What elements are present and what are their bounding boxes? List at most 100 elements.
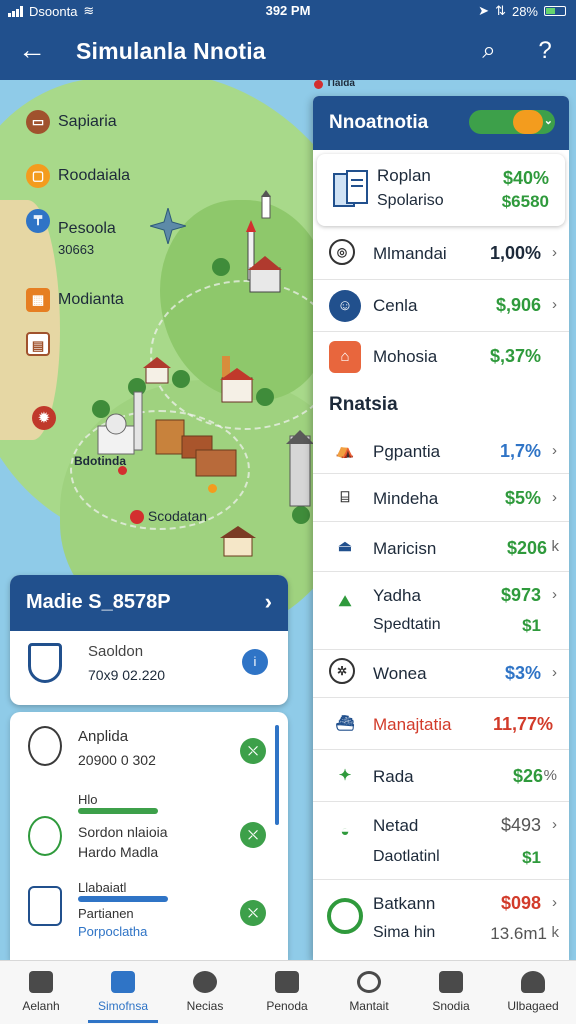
chat-icon	[193, 971, 217, 993]
panel-title: Nnoatnotia	[329, 112, 429, 133]
compass-icon: ✲	[329, 658, 355, 684]
sparkle-icon: ✦	[338, 767, 352, 784]
rate-row[interactable]: ⛴ Manajtatia 11,77%	[313, 698, 569, 750]
map-pin-icon	[130, 510, 144, 525]
map-place-label[interactable]: Scodatan	[130, 508, 207, 525]
action-icon[interactable]: ⤬	[240, 822, 266, 848]
nav-home[interactable]: Aelanh	[0, 961, 82, 1024]
tile-subname: Spolariso	[377, 192, 444, 209]
action-icon[interactable]: ⤬	[240, 900, 266, 926]
building-icon	[28, 886, 62, 926]
panel-header: Nnoatnotia ⌄	[313, 96, 569, 150]
progress-bar	[78, 896, 168, 902]
nav-studio[interactable]: Snodia	[410, 961, 492, 1024]
status-right: ➤ ⇅ 28%	[478, 3, 566, 19]
section-heading: Rnatsia	[329, 394, 398, 415]
badge-dot	[513, 110, 543, 134]
nav-profile[interactable]: Ulbagaed	[492, 961, 576, 1024]
map-label-roodaiala[interactable]: ▢ Roodaiala	[26, 164, 130, 188]
rate-row[interactable]: ✦ Rada $26 %	[313, 750, 569, 802]
battery-icon	[544, 6, 566, 16]
chevron-right-icon: ›	[552, 296, 557, 313]
map-tree	[256, 388, 274, 406]
pin-icon	[28, 726, 62, 766]
map-gallery-icon[interactable]: ▤	[26, 332, 50, 356]
summary-header[interactable]: Madie S_8578P ›	[10, 575, 288, 631]
map-marker[interactable]	[208, 484, 217, 493]
landmark-church	[220, 356, 254, 403]
person-icon: ☺	[329, 290, 361, 322]
info-icon[interactable]: i	[242, 649, 268, 675]
map-label-pesoola[interactable]: ₸ Pesoola 30663	[26, 204, 116, 257]
chevron-right-icon: ›	[552, 489, 557, 506]
list-item[interactable]: Anplida 20900 0 302 ⤬	[10, 712, 288, 790]
mountain-icon: ⛰	[338, 593, 352, 610]
temple-icon: ⌂	[329, 341, 361, 373]
pavilion-icon: ⏏	[337, 538, 353, 555]
summary-card[interactable]: Madie S_8578P › Saoldon 70x9 02.220 i	[10, 575, 288, 705]
map-tree	[212, 258, 230, 276]
rate-row[interactable]: ⛰ Yadha Spedtatin $973 $1 ›	[313, 572, 569, 650]
ship-icon: ⛴	[335, 715, 355, 732]
landmark-house	[143, 357, 171, 384]
progress-ring-icon	[327, 898, 363, 934]
search-icon[interactable]: ⌕	[474, 36, 504, 66]
search-icon	[357, 971, 381, 993]
rate-row[interactable]: ◒ Netad Daotlatinl $493 $1 ›	[313, 802, 569, 880]
rate-row[interactable]: ☺ Cenla $,906 ›	[313, 280, 569, 332]
tile-name: Roplan	[377, 166, 431, 185]
rate-row[interactable]: ⏏ Maricisn $206 k	[313, 522, 569, 572]
left-list: Anplida 20900 0 302 ⤬ Hlo Sordon nlaioia…	[10, 712, 288, 960]
landmark-cathedral	[97, 391, 143, 455]
rate-row[interactable]: ✲ Wonea $3% ›	[313, 650, 569, 698]
rate-row[interactable]: Batkann Sima hin $098 13.6m1 › k	[313, 880, 569, 960]
tile-value: $40%	[502, 168, 549, 188]
progress-bar	[78, 808, 158, 814]
summary-value: 70x9 02.220	[88, 667, 166, 683]
scrollbar[interactable]	[275, 725, 279, 825]
app-bar: ← Simulanla Nnotia ⌕ ?	[0, 22, 576, 80]
map-place-label: Bdotinda	[74, 454, 126, 468]
list-item[interactable]: Hlo Sordon nlaioia Hardo Madla ⤬	[10, 790, 288, 880]
chevron-right-icon[interactable]: ›	[265, 589, 272, 615]
poi-flag-icon: ▢	[26, 164, 50, 188]
list-item[interactable]: Llabaiatl Partianen Porpoclatha ⤬	[10, 880, 288, 960]
tile-value-2: $6580	[501, 192, 549, 211]
chevron-right-icon: ›	[552, 442, 557, 459]
map-label-modianta[interactable]: ▦ Modianta	[26, 288, 124, 312]
shield-icon	[28, 643, 62, 683]
network-icon: ⇅	[495, 3, 506, 18]
rate-row[interactable]: ◎ Mlmandai 1,00% ›	[313, 230, 569, 280]
chevron-right-icon: ›	[552, 664, 557, 681]
shield-icon	[111, 971, 135, 993]
map-pin-icon[interactable]: ✹	[32, 406, 56, 430]
active-indicator	[88, 1020, 158, 1023]
user-icon	[521, 971, 545, 993]
chevron-right-icon: ›	[552, 894, 557, 911]
rate-row[interactable]: ⌸ Mindeha $5% ›	[313, 474, 569, 522]
nav-market[interactable]: Mantait	[328, 961, 410, 1024]
scale-icon	[28, 816, 62, 856]
chevron-right-icon: ›	[552, 586, 557, 603]
nav-news[interactable]: Necias	[164, 961, 246, 1024]
poi-box-icon: ▭	[26, 110, 50, 134]
rates-panel: Nnoatnotia ⌄ Roplan Spolariso $40% $6580…	[313, 96, 569, 960]
map-marker[interactable]	[314, 80, 323, 89]
tent-icon: ⛺	[335, 442, 355, 459]
rate-row[interactable]: ⛺ Pgpantia 1,7% ›	[313, 428, 569, 474]
summary-label: Saoldon	[88, 643, 144, 660]
landmark-tower[interactable]	[244, 220, 284, 300]
rate-row[interactable]: ⌂ Mohosia $,37%	[313, 332, 569, 382]
back-arrow-icon[interactable]: ←	[18, 36, 48, 66]
map-label-sapiaria[interactable]: ▭ Sapiaria	[26, 110, 117, 134]
featured-tile[interactable]: Roplan Spolariso $40% $6580	[317, 154, 565, 226]
nav-reports[interactable]: Penoda	[246, 961, 328, 1024]
action-icon[interactable]: ⤬	[240, 738, 266, 764]
nav-simulation[interactable]: Simofnsa	[82, 961, 164, 1024]
museum-icon: ⌸	[340, 489, 350, 506]
chevron-down-icon: ⌄	[543, 115, 553, 127]
filter-toggle[interactable]: ⌄	[469, 110, 555, 134]
help-icon[interactable]: ?	[530, 36, 560, 66]
map-place-label: Tlalda	[326, 80, 355, 89]
map-tree	[172, 370, 190, 388]
